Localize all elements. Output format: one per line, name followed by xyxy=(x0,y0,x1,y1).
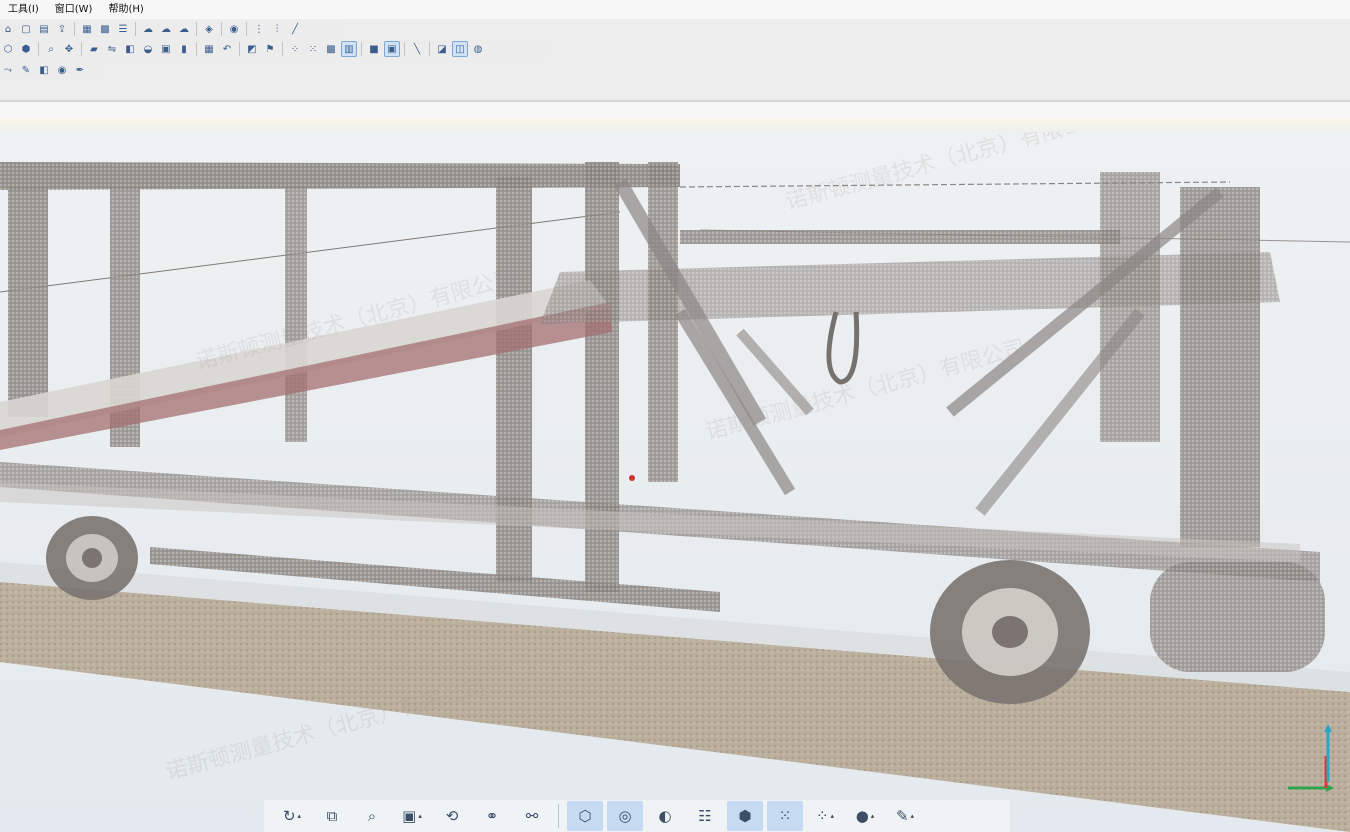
dots-icon[interactable]: ⁘ ▴ xyxy=(807,801,843,831)
grid-fine-icon[interactable]: ▥ xyxy=(341,41,357,57)
cloud-icon[interactable]: ☁ xyxy=(140,21,156,37)
grid-icon[interactable]: ▦ xyxy=(201,41,217,57)
paint-icon[interactable]: ✎ ▴ xyxy=(887,801,923,831)
toolbar-separator xyxy=(429,42,430,56)
loop-icon[interactable]: ◎ xyxy=(607,801,643,831)
orbit-icon[interactable]: ↻ ▴ xyxy=(274,801,310,831)
cloud-merge-icon[interactable]: ☁ xyxy=(176,21,192,37)
export-icon[interactable]: ⇪ xyxy=(54,21,70,37)
toolbar-row-1: ⌂ ▢ ▤ ⇪ ▦ ▩ ☰ ☁ ☁ ☁ ◈ ◉ ⋮ ⫶ ╱ xyxy=(0,20,338,38)
box-select-icon[interactable]: ⬡ xyxy=(567,801,603,831)
plane-icon[interactable]: ◩ xyxy=(244,41,260,57)
toolbar-separator xyxy=(361,42,362,56)
rotate-icon[interactable]: ⟲ xyxy=(434,801,470,831)
eye-icon[interactable]: ◐ xyxy=(647,801,683,831)
classify-icon[interactable]: ◧ xyxy=(122,41,138,57)
dots-grid-icon[interactable]: ⁙ xyxy=(305,41,321,57)
front-wheel xyxy=(930,560,1090,704)
render-icon[interactable]: ◒ xyxy=(140,41,156,57)
cube-wire-icon[interactable]: ⬢ xyxy=(18,41,34,57)
point-cloud-viewport[interactable]: 诺斯顿测量技术（北京）有限公司 诺斯顿测量技术（北京）有限公司 诺斯顿测量技术（… xyxy=(0,132,1350,832)
menu-tools[interactable]: 工具(I) xyxy=(0,0,47,19)
toolbar-separator xyxy=(81,42,82,56)
toolbar-separator xyxy=(196,42,197,56)
point-grid-icon[interactable]: ⁙ xyxy=(767,801,803,831)
point-cloud-canvas xyxy=(0,132,1350,832)
line-tool-icon[interactable]: ╲ xyxy=(409,41,425,57)
toolbar-separator xyxy=(38,42,39,56)
axes-gizmo xyxy=(1278,722,1338,794)
active-box-icon[interactable]: ◫ xyxy=(452,41,468,57)
brush-icon[interactable]: ✎ xyxy=(18,62,34,78)
pan-icon[interactable]: ✥ xyxy=(61,41,77,57)
toolbar-row-2: ⬡ ⬢ ⌕ ✥ ▰ ⇋ ◧ ◒ ▣ ▮ ▦ ↶ ◩ ⚑ ⁘ ⁙ ▩ ▥ ■ ▣ … xyxy=(0,40,548,58)
save-icon[interactable]: ▤ xyxy=(36,21,52,37)
segment-icon[interactable]: ⋮ xyxy=(251,21,267,37)
zoom-icon[interactable]: ⌕ xyxy=(43,41,59,57)
wire-cube-icon[interactable]: ⬢ xyxy=(727,801,763,831)
color-wheel-icon[interactable]: ● ▴ xyxy=(847,801,883,831)
measure-icon[interactable]: ⚯ xyxy=(514,801,550,831)
copy-view-icon[interactable]: ⧉ xyxy=(314,801,350,831)
grid-view-icon[interactable]: ▩ xyxy=(97,21,113,37)
home-icon[interactable]: ⌂ xyxy=(0,21,16,37)
camera-icon[interactable]: ▰ xyxy=(86,41,102,57)
viewport-header xyxy=(0,118,1350,132)
vector-icon[interactable]: ⤳ xyxy=(0,62,16,78)
color-icon[interactable]: ◈ xyxy=(201,21,217,37)
pen-icon[interactable]: ✒ xyxy=(72,62,88,78)
toolbar-separator xyxy=(74,22,75,36)
toolbar-separator xyxy=(196,22,197,36)
toolbar-separator xyxy=(135,22,136,36)
toolbar-row-3: ⤳ ✎ ◧ ◉ ✒ xyxy=(0,61,100,79)
view-toolbar: ↻ ▴ ⧉ ⌕ ▣ ▴ ⟲ ⚭ ⚯ ⬡ ◎ ◐ ☷ ⬢ ⁙ ⁘ ▴ ● ▴ ✎ ▴ xyxy=(264,800,1010,832)
toolbar-separator xyxy=(282,42,283,56)
tag-icon[interactable]: ▮ xyxy=(176,41,192,57)
square-icon[interactable]: ■ xyxy=(366,41,382,57)
split-icon[interactable]: ⇋ xyxy=(104,41,120,57)
toolbar-separator xyxy=(558,804,559,828)
rotate-icon[interactable]: ↶ xyxy=(219,41,235,57)
cube-view-icon[interactable]: ▣ ▴ xyxy=(394,801,430,831)
dense-grid-icon[interactable]: ▩ xyxy=(323,41,339,57)
mesh-icon[interactable]: ▣ xyxy=(158,41,174,57)
toolbar-separator xyxy=(246,22,247,36)
measure-icon[interactable]: ⫶ xyxy=(269,21,285,37)
panel-gap xyxy=(0,102,1350,118)
frame-icon[interactable]: ▣ xyxy=(384,41,400,57)
cube-icon[interactable]: ⬡ xyxy=(0,41,16,57)
menu-window[interactable]: 窗口(W) xyxy=(47,0,101,19)
menu-help[interactable]: 帮助(H) xyxy=(100,0,151,19)
list-icon[interactable]: ☷ xyxy=(687,801,723,831)
layer-icon[interactable]: ▦ xyxy=(79,21,95,37)
line-icon[interactable]: ╱ xyxy=(287,21,303,37)
link-icon[interactable]: ⚭ xyxy=(474,801,510,831)
cloud-filter-icon[interactable]: ☁ xyxy=(158,21,174,37)
list-icon[interactable]: ☰ xyxy=(115,21,131,37)
sphere-icon[interactable]: ◍ xyxy=(470,41,486,57)
open-icon[interactable]: ▢ xyxy=(18,21,34,37)
zoom-icon[interactable]: ⌕ xyxy=(354,801,390,831)
view-box-icon[interactable]: ◪ xyxy=(434,41,450,57)
flag-icon[interactable]: ⚑ xyxy=(262,41,278,57)
rear-wheel xyxy=(46,516,138,600)
layers-icon[interactable]: ◧ xyxy=(36,62,52,78)
toolbar-separator xyxy=(239,42,240,56)
dots-icon[interactable]: ⁘ xyxy=(287,41,303,57)
globe-icon[interactable]: ◉ xyxy=(226,21,242,37)
toolbar-separator xyxy=(221,22,222,36)
toolbar-separator xyxy=(404,42,405,56)
palette-icon[interactable]: ◉ xyxy=(54,62,70,78)
menu-bar: 工具(I) 窗口(W) 帮助(H) xyxy=(0,0,1350,19)
